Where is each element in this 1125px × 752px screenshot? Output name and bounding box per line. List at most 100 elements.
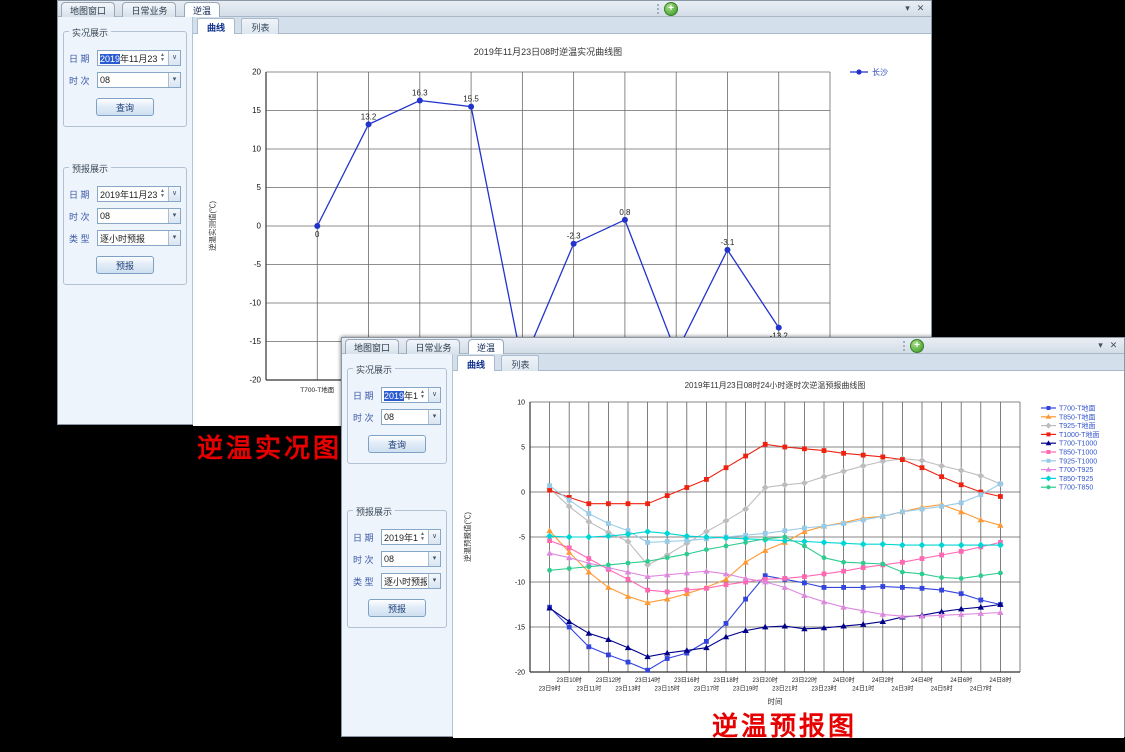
time-label: 时 次 — [69, 210, 97, 223]
forecast-curve-chart: 1050-5-10-15-2023日9时23日10时23日11时23日12时23… — [453, 371, 1125, 738]
forecast-time-combobox[interactable]: 08 ▾ — [97, 208, 181, 224]
window2-content-tabs: 曲线 列表 — [453, 354, 1124, 371]
chevron-down-icon[interactable]: ▾ — [168, 231, 180, 245]
svg-text:23日21时: 23日21时 — [772, 685, 797, 693]
series-T925-T地面 — [546, 455, 1004, 568]
x-axis-title: 时间 — [768, 696, 783, 706]
minimize-icon[interactable]: ▾ — [901, 3, 914, 14]
type-label: 类 型 — [353, 575, 381, 588]
forecast-button[interactable]: 预报 — [368, 599, 426, 617]
legend: T700-T地面T850-T地面T925-T地面T1000-T地面T700-T1… — [1041, 404, 1099, 492]
svg-text:T1000-T地面: T1000-T地面 — [1059, 430, 1099, 439]
chevron-down-icon[interactable]: ▾ — [168, 209, 180, 223]
add-tab-button[interactable]: + — [910, 339, 924, 353]
series-T700-T地面 — [547, 573, 1003, 672]
svg-text:24日0时: 24日0时 — [833, 676, 855, 684]
add-tab-button[interactable]: + — [664, 2, 678, 16]
svg-text:23日16时: 23日16时 — [674, 676, 699, 684]
desktop-background: 地图窗口 日常业务 逆温 + ▾✕ 实况展示 日 期 2019年11月23日 ▲… — [0, 0, 1125, 752]
chart-title: 2019年11月23日08时24小时逐时次逆温预报曲线图 — [685, 380, 866, 390]
grid — [266, 72, 830, 380]
forecast-type-combobox[interactable]: 逐小时预报 ▾ — [381, 573, 441, 589]
chevron-down-icon[interactable]: ▾ — [428, 410, 440, 424]
close-icon[interactable]: ✕ — [914, 3, 927, 14]
svg-text:10: 10 — [252, 145, 261, 154]
svg-text:-2.3: -2.3 — [567, 232, 581, 241]
svg-text:0.8: 0.8 — [619, 208, 631, 217]
chevron-down-icon[interactable]: ▾ — [428, 552, 440, 566]
tab-list[interactable]: 列表 — [241, 18, 279, 34]
query-button[interactable]: 查询 — [368, 435, 426, 453]
svg-text:24日3时: 24日3时 — [891, 685, 913, 693]
live-date-input[interactable]: 2019年11月23日 ▲▼ ∨ — [97, 50, 181, 66]
date-spinner[interactable]: ▲▼ — [158, 189, 167, 199]
window1-tab-strip: 地图窗口 日常业务 逆温 + ▾✕ — [58, 1, 931, 17]
forecast-button[interactable]: 预报 — [96, 256, 154, 274]
svg-text:10: 10 — [517, 400, 525, 407]
svg-text:T850-T925: T850-T925 — [1059, 476, 1093, 483]
date-spinner[interactable]: ▲▼ — [158, 53, 167, 63]
svg-text:-5: -5 — [254, 260, 262, 269]
svg-text:长沙: 长沙 — [872, 67, 888, 77]
y-axis-title: 逆温实测值(℃) — [207, 201, 217, 251]
series-T700-T850 — [547, 535, 1003, 581]
tab-curve[interactable]: 曲线 — [197, 18, 235, 34]
svg-text:0: 0 — [257, 222, 262, 231]
y-tick-labels: 1050-5-10-15-20 — [515, 400, 525, 677]
tab-list[interactable]: 列表 — [501, 355, 539, 371]
close-icon[interactable]: ✕ — [1107, 340, 1120, 351]
time-label: 时 次 — [69, 74, 97, 87]
forecast-date-input[interactable]: 2019年11月23日 ▲▼ ∨ — [381, 529, 441, 545]
live-time-combobox[interactable]: 08 ▾ — [381, 409, 441, 425]
query-button[interactable]: 查询 — [96, 98, 154, 116]
date-spinner[interactable]: ▲▼ — [418, 532, 427, 542]
svg-text:23日17时: 23日17时 — [694, 685, 719, 693]
forecast-date-input[interactable]: 2019年11月23日 ▲▼ ∨ — [97, 186, 181, 202]
forecast-type-combobox[interactable]: 逐小时预报 ▾ — [97, 230, 181, 246]
svg-text:T700-T地面: T700-T地面 — [300, 385, 334, 394]
tab-inversion[interactable]: 逆温 — [468, 339, 504, 354]
series-T1000-T地面 — [547, 442, 1003, 506]
group-title: 预报展示 — [353, 505, 395, 518]
svg-text:24日4时: 24日4时 — [911, 676, 933, 684]
drag-handle-icon[interactable] — [903, 341, 906, 351]
svg-text:24日7时: 24日7时 — [970, 685, 992, 693]
caption-realtime: 逆温实况图 — [197, 428, 342, 465]
minimize-icon[interactable]: ▾ — [1094, 340, 1107, 351]
series-长沙 — [314, 97, 781, 367]
svg-text:23日18时: 23日18时 — [713, 676, 738, 684]
forecast-chart-area: 1050-5-10-15-2023日9时23日10时23日11时23日12时23… — [453, 371, 1124, 738]
series-T700-T925 — [546, 550, 1003, 619]
svg-text:23日14时: 23日14时 — [635, 676, 660, 684]
svg-text:T700-T地面: T700-T地面 — [1059, 404, 1096, 413]
forecast-time-combobox[interactable]: 08 ▾ — [381, 551, 441, 567]
svg-text:23日19时: 23日19时 — [733, 685, 758, 693]
tab-inversion[interactable]: 逆温 — [184, 2, 220, 17]
tab-daily-business[interactable]: 日常业务 — [406, 339, 460, 354]
tab-curve[interactable]: 曲线 — [457, 355, 495, 371]
date-label: 日 期 — [353, 531, 381, 544]
chevron-down-icon[interactable]: ∨ — [428, 530, 440, 544]
chevron-down-icon[interactable]: ▾ — [168, 73, 180, 87]
chevron-down-icon[interactable]: ∨ — [168, 187, 180, 201]
series-T700-T1000 — [546, 601, 1003, 659]
svg-text:0: 0 — [521, 490, 525, 497]
svg-text:T850-T1000: T850-T1000 — [1059, 450, 1097, 457]
svg-text:23日23时: 23日23时 — [811, 685, 836, 693]
chart-title: 2019年11月23日08时逆温实况曲线图 — [474, 46, 622, 57]
chevron-down-icon[interactable]: ∨ — [428, 388, 440, 402]
tab-map-window[interactable]: 地图窗口 — [61, 2, 115, 17]
svg-text:23日15时: 23日15时 — [655, 685, 680, 693]
svg-text:T925-T地面: T925-T地面 — [1059, 421, 1096, 430]
chevron-down-icon[interactable]: ▾ — [428, 574, 440, 588]
live-time-combobox[interactable]: 08 ▾ — [97, 72, 181, 88]
tab-daily-business[interactable]: 日常业务 — [122, 2, 176, 17]
drag-handle-icon[interactable] — [657, 4, 660, 14]
svg-text:T700-T1000: T700-T1000 — [1059, 441, 1097, 448]
group-title: 实况展示 — [353, 363, 395, 376]
tab-map-window[interactable]: 地图窗口 — [345, 339, 399, 354]
chevron-down-icon[interactable]: ∨ — [168, 51, 180, 65]
svg-text:5: 5 — [257, 183, 262, 192]
date-spinner[interactable]: ▲▼ — [418, 390, 427, 400]
live-date-input[interactable]: 2019年11月23日 ▲▼ ∨ — [381, 387, 441, 403]
